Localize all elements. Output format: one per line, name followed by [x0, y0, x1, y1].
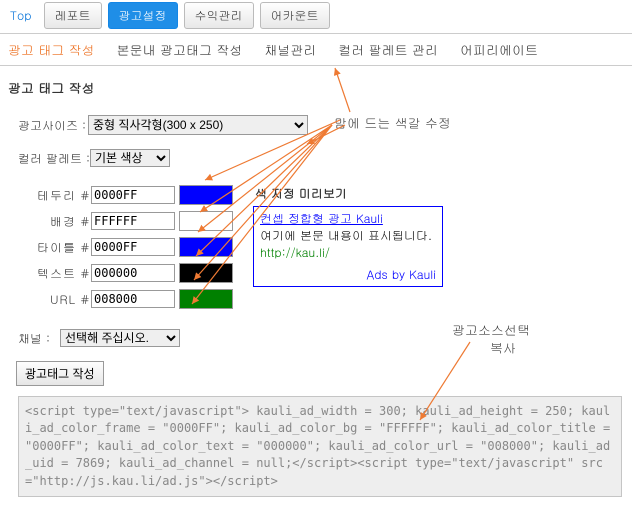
preview-ads-by: Ads by Kauli — [260, 267, 436, 284]
label-bg: 배경 — [18, 213, 79, 230]
preview-title: 컨셉 정합형 광고 Kauli — [260, 211, 436, 228]
label-channel: 채널 : — [18, 330, 60, 347]
generate-tag-button[interactable]: 광고태그 작성 — [16, 361, 104, 386]
tab-report[interactable]: 레포트 — [44, 2, 102, 29]
hash-icon: # — [79, 213, 91, 230]
input-bg-color[interactable] — [91, 212, 175, 230]
annotation-source-note-2: 복사 — [490, 338, 516, 357]
input-text-color[interactable] — [91, 264, 175, 282]
hash-icon: # — [79, 239, 91, 256]
input-title-color[interactable] — [91, 238, 175, 256]
page-root: Top 레포트 광고설정 수익관리 어카운트 광고 태그 작성 본문내 광고태그… — [0, 0, 632, 518]
label-palette: 컬러 팔레트 : — [18, 150, 90, 167]
swatch-url — [179, 289, 233, 309]
swatch-text — [179, 263, 233, 283]
select-channel[interactable]: 선택해 주십시오. — [60, 329, 180, 347]
label-url: URL — [18, 291, 79, 308]
label-text: 텍스트 — [18, 265, 79, 282]
label-title: 타이틀 — [18, 239, 79, 256]
preview-url: http://kau.li/ — [260, 245, 436, 262]
hash-icon: # — [79, 187, 91, 204]
label-border: 테두리 — [18, 187, 79, 204]
preview-text: 여기에 본문 내용이 표시됩니다. — [260, 228, 436, 245]
top-tab-bar: Top 레포트 광고설정 수익관리 어카운트 — [0, 0, 632, 34]
input-url-color[interactable] — [91, 290, 175, 308]
code-output[interactable]: <script type="text/javascript"> kauli_ad… — [18, 396, 622, 497]
subtab-affiliate[interactable]: 어피리에이트 — [460, 40, 538, 59]
select-palette[interactable]: 기본 색상 — [90, 149, 170, 167]
subtab-palette[interactable]: 컬러 팔레트 관리 — [338, 40, 438, 59]
hash-icon: # — [79, 265, 91, 282]
input-border-color[interactable] — [91, 186, 175, 204]
form-area: 광고사이즈 : 중형 직사각형(300 x 250) 컬러 팔레트 : 기본 색… — [0, 115, 632, 347]
preview-heading: 색 지정 미리보기 — [255, 185, 443, 202]
annotation-source-note-1: 광고소스선택 — [452, 320, 530, 339]
preview-area: 색 지정 미리보기 컨셉 정합형 광고 Kauli 여기에 본문 내용이 표시됩… — [253, 185, 443, 287]
tab-revenue[interactable]: 수익관리 — [184, 2, 254, 29]
preview-box: 컨셉 정합형 광고 Kauli 여기에 본문 내용이 표시됩니다. http:/… — [253, 206, 443, 287]
tab-ad-settings[interactable]: 광고설정 — [108, 2, 178, 29]
subtab-channel[interactable]: 채널관리 — [264, 40, 316, 59]
subtab-body-tag[interactable]: 본문내 광고태그 작성 — [117, 40, 243, 59]
select-ad-size[interactable]: 중형 직사각형(300 x 250) — [88, 115, 308, 135]
swatch-bg — [179, 211, 233, 231]
label-size: 광고사이즈 : — [18, 117, 88, 134]
swatch-title — [179, 237, 233, 257]
subtab-create-tag[interactable]: 광고 태그 작성 — [8, 40, 95, 59]
top-link[interactable]: Top — [4, 5, 38, 26]
annotation-color-note: 맘에 드는 색갈 수정 — [334, 113, 451, 132]
sub-tab-bar: 광고 태그 작성 본문내 광고태그 작성 채널관리 컬러 팔레트 관리 어피리에… — [0, 34, 632, 66]
hash-icon: # — [79, 291, 91, 308]
tab-account[interactable]: 어카운트 — [260, 2, 330, 29]
swatch-border — [179, 185, 233, 205]
color-fields: 테두리 # 배경 # 타이틀 # 텍스트 — [18, 185, 233, 315]
page-title: 광고 태그 작성 — [8, 78, 632, 97]
